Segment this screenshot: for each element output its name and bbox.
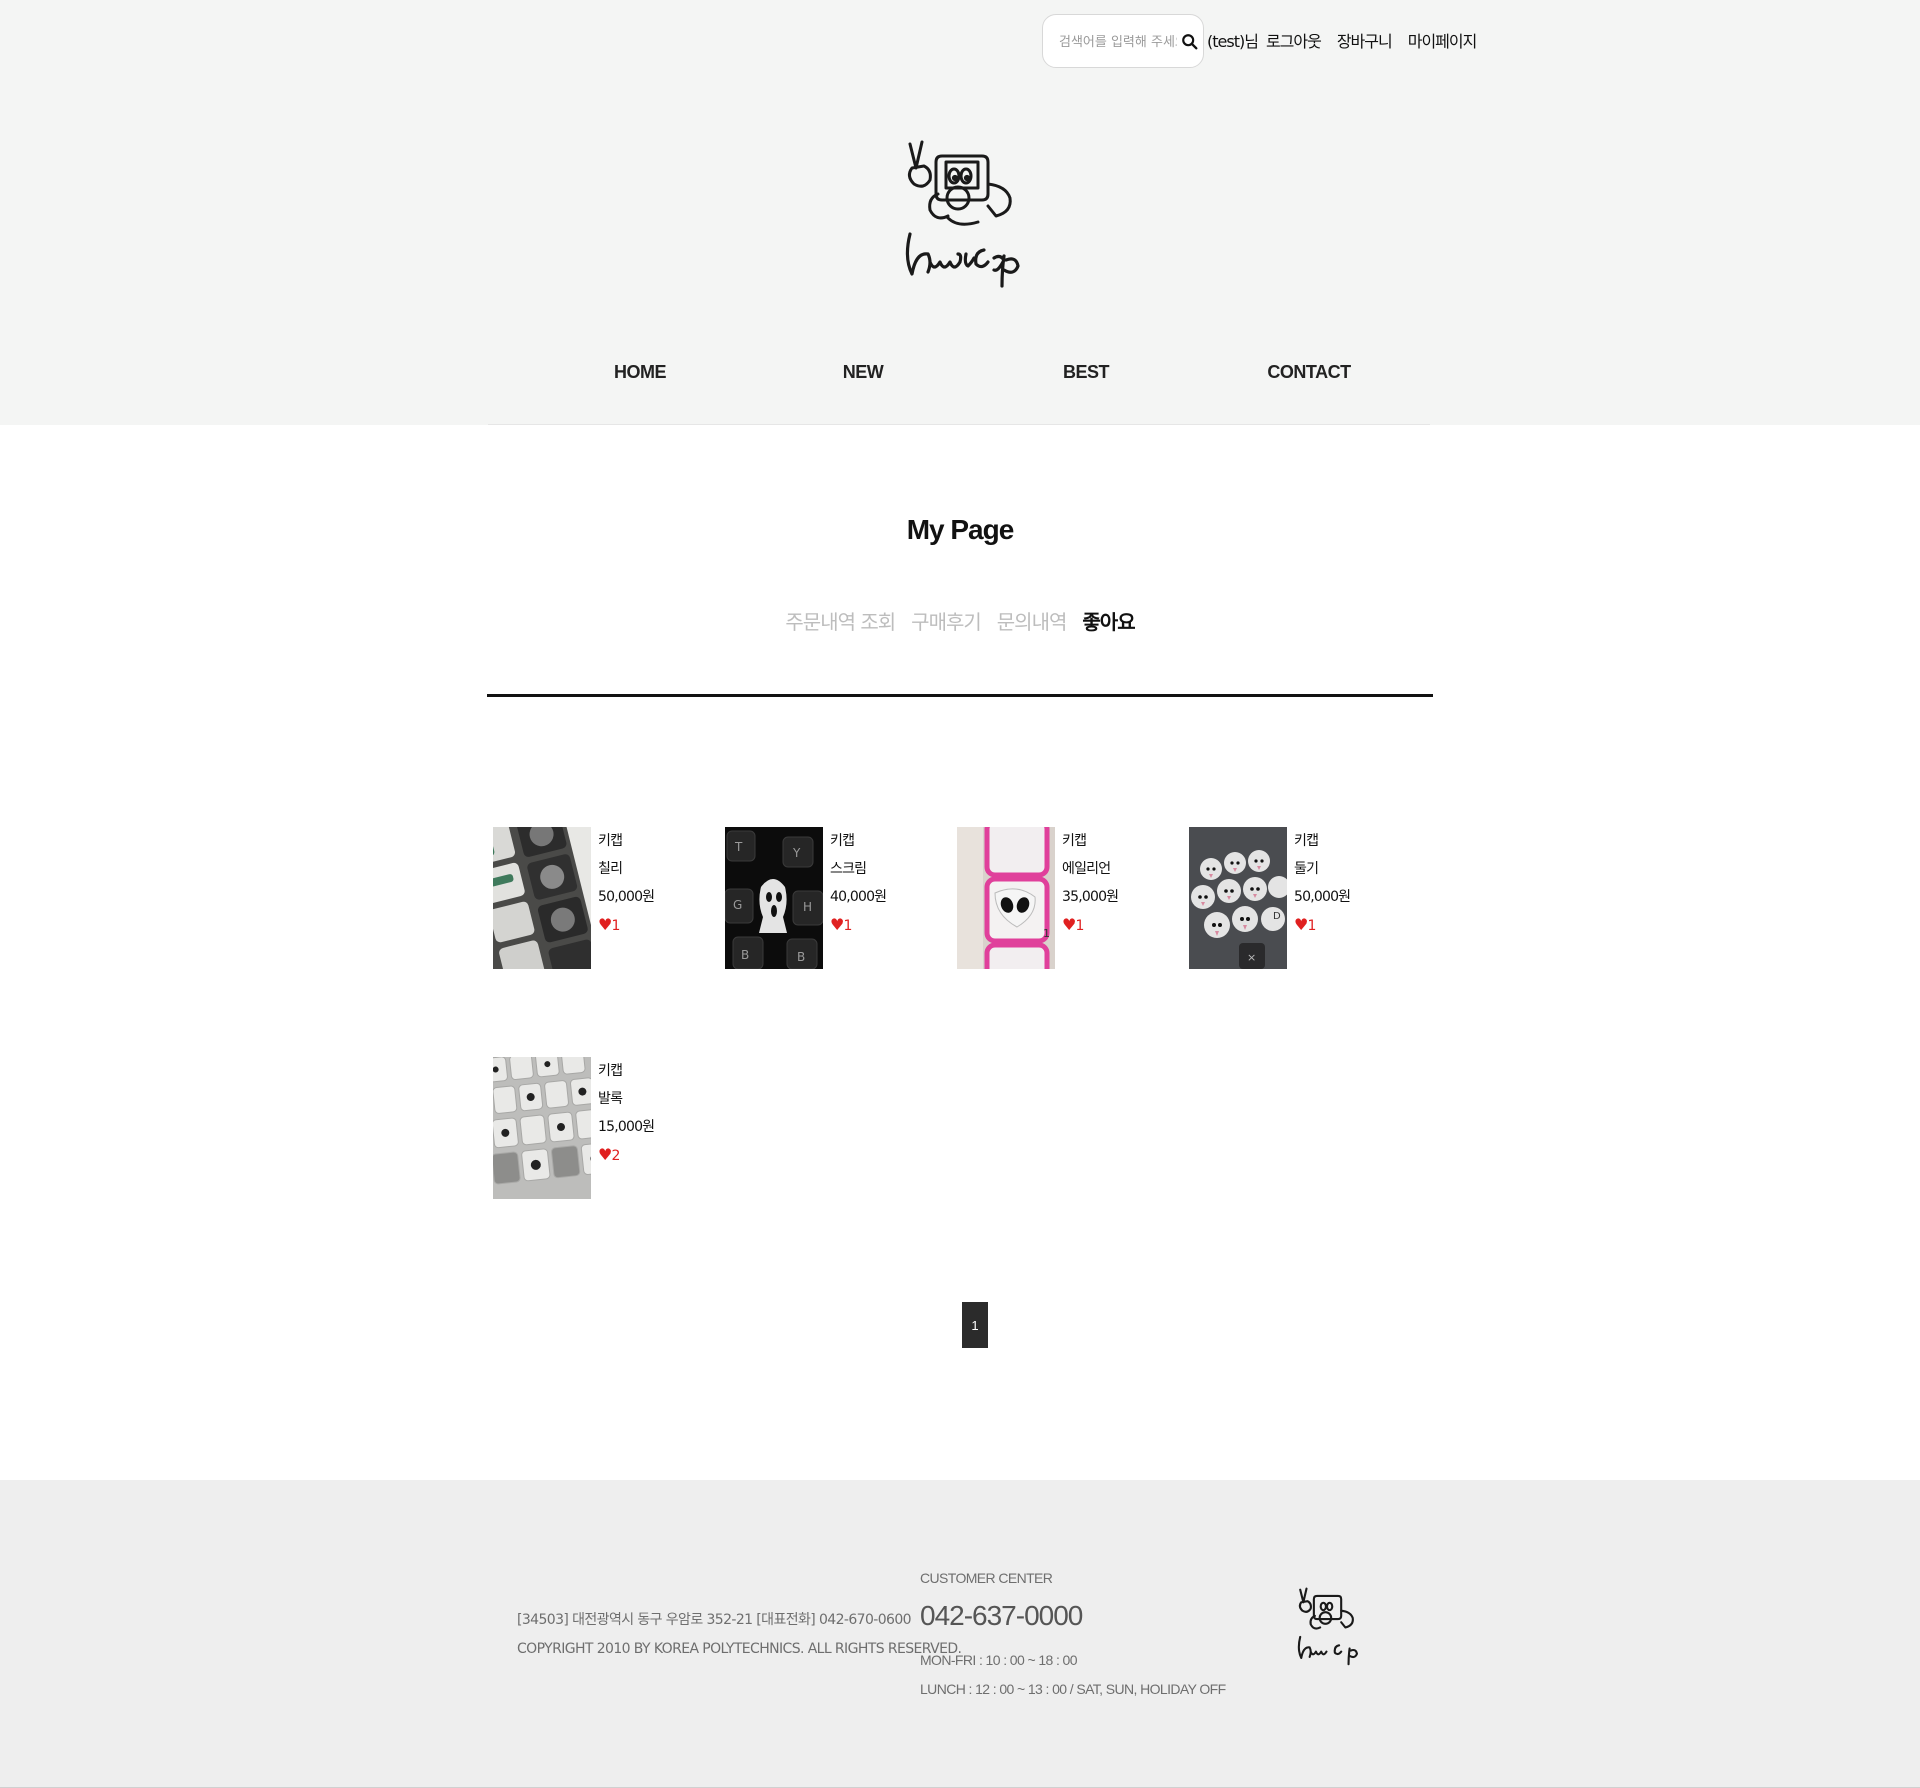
footer-copyright: COPYRIGHT 2010 BY KOREA POLYTECHNICS. AL… bbox=[517, 1641, 962, 1657]
search-box bbox=[1042, 14, 1204, 68]
product-info: 키캡 에일리언 35,000원 ♥1 bbox=[1062, 827, 1119, 939]
product-name[interactable]: 발록 bbox=[598, 1085, 654, 1113]
product-card[interactable]: T Y G H B B 키캡 스크림 40,000원 ♥1 bbox=[725, 827, 945, 969]
product-image[interactable] bbox=[493, 1057, 591, 1199]
like-count: 1 bbox=[843, 918, 853, 934]
product-card[interactable]: 키캡 발록 15,000원 ♥2 bbox=[493, 1057, 713, 1199]
nav-home[interactable]: HOME bbox=[614, 362, 667, 383]
product-info: 키캡 둘기 50,000원 ♥1 bbox=[1294, 827, 1351, 939]
product-name[interactable]: 스크림 bbox=[830, 855, 886, 883]
product-image[interactable]: 1 bbox=[957, 827, 1055, 969]
product-image[interactable]: × D bbox=[1189, 827, 1287, 969]
svg-text:×: × bbox=[1247, 951, 1256, 964]
product-card[interactable]: × D 키캡 둘기 50,000원 ♥1 bbox=[1189, 827, 1409, 969]
product-info: 키캡 칠리 50,000원 ♥1 bbox=[598, 827, 655, 939]
svg-text:1: 1 bbox=[1043, 927, 1050, 940]
mypage-tabs: 주문내역 조회 구매후기 문의내역 좋아요 bbox=[0, 606, 1920, 635]
svg-text:Y: Y bbox=[792, 846, 801, 860]
site-header: (test)님 로그아웃 장바구니 마이페이지 HOME NE bbox=[0, 0, 1920, 425]
product-image[interactable]: T Y G H B B bbox=[725, 827, 823, 969]
main-nav: HOME NEW BEST CONTACT bbox=[488, 362, 1430, 398]
product-category: 키캡 bbox=[1294, 833, 1319, 849]
footer-address-block: [34503] 대전광역시 동구 우암로 352-21 [대표전화] 042-6… bbox=[517, 1606, 962, 1664]
product-category: 키캡 bbox=[1062, 833, 1087, 849]
product-likes[interactable]: ♥1 bbox=[830, 911, 886, 939]
product-image[interactable] bbox=[493, 827, 591, 969]
like-count: 1 bbox=[1307, 918, 1317, 934]
product-likes[interactable]: ♥2 bbox=[598, 1141, 654, 1169]
product-name[interactable]: 둘기 bbox=[1294, 855, 1350, 883]
svg-text:B: B bbox=[741, 948, 749, 962]
site-footer: [34503] 대전광역시 동구 우암로 352-21 [대표전화] 042-6… bbox=[0, 1480, 1920, 1788]
business-hours: MON-FRI : 10 : 00 ~ 18 : 00 bbox=[920, 1652, 1078, 1668]
like-count: 2 bbox=[611, 1148, 621, 1164]
product-category: 키캡 bbox=[830, 833, 855, 849]
product-likes[interactable]: ♥1 bbox=[598, 911, 654, 939]
product-name[interactable]: 에일리언 bbox=[1062, 855, 1118, 883]
heart-icon[interactable]: ♥ bbox=[1062, 915, 1076, 934]
customer-center-hours: MON-FRI : 10 : 00 ~ 18 : 00 LUNCH : 12 :… bbox=[920, 1646, 1226, 1704]
mypage-link[interactable]: 마이페이지 bbox=[1408, 28, 1478, 52]
product-likes[interactable]: ♥1 bbox=[1062, 911, 1118, 939]
product-info: 키캡 발록 15,000원 ♥2 bbox=[598, 1057, 655, 1169]
nav-new[interactable]: NEW bbox=[843, 362, 884, 383]
footer-logo bbox=[1297, 1587, 1358, 1666]
svg-text:G: G bbox=[733, 898, 742, 912]
like-count: 1 bbox=[1075, 918, 1085, 934]
pagination-page-1[interactable]: 1 bbox=[962, 1302, 988, 1348]
product-price: 50,000원 bbox=[598, 889, 655, 905]
product-card[interactable]: 키캡 칠리 50,000원 ♥1 bbox=[493, 827, 713, 969]
product-price: 50,000원 bbox=[1294, 889, 1351, 905]
page-title: My Page bbox=[906, 514, 1015, 545]
user-greeting: (test)님 bbox=[1207, 32, 1259, 51]
product-info: 키캡 스크림 40,000원 ♥1 bbox=[830, 827, 887, 939]
hwicap-logo[interactable] bbox=[902, 138, 1020, 296]
tab-likes[interactable]: 좋아요 bbox=[1082, 606, 1135, 635]
cart-link[interactable]: 장바구니 bbox=[1337, 28, 1393, 52]
nav-divider bbox=[488, 424, 1430, 425]
svg-text:T: T bbox=[734, 840, 743, 854]
lunch-hours: LUNCH : 12 : 00 ~ 13 : 00 / SAT, SUN, HO… bbox=[920, 1681, 1226, 1697]
product-name[interactable]: 칠리 bbox=[598, 855, 654, 883]
tab-orders[interactable]: 주문내역 조회 bbox=[785, 606, 896, 635]
product-price: 40,000원 bbox=[830, 889, 887, 905]
product-category: 키캡 bbox=[598, 1063, 623, 1079]
tab-inquiries[interactable]: 문의내역 bbox=[997, 606, 1068, 635]
product-price: 15,000원 bbox=[598, 1119, 655, 1135]
customer-center-label: CUSTOMER CENTER bbox=[920, 1570, 1053, 1586]
product-likes[interactable]: ♥1 bbox=[1294, 911, 1350, 939]
tab-reviews[interactable]: 구매후기 bbox=[911, 606, 982, 635]
search-icon[interactable] bbox=[1181, 33, 1199, 51]
footer-address: [34503] 대전광역시 동구 우암로 352-21 [대표전화] 042-6… bbox=[517, 1612, 912, 1628]
product-card[interactable]: 1 키캡 에일리언 35,000원 ♥1 bbox=[957, 827, 1177, 969]
product-category: 키캡 bbox=[598, 833, 623, 849]
customer-center-phone: 042-637-0000 bbox=[920, 1600, 1083, 1631]
heart-icon[interactable]: ♥ bbox=[830, 915, 844, 934]
logout-link[interactable]: 로그아웃 bbox=[1266, 28, 1322, 52]
svg-text:H: H bbox=[803, 900, 812, 914]
top-links: (test)님 로그아웃 장바구니 마이페이지 bbox=[1207, 26, 1492, 54]
like-count: 1 bbox=[611, 918, 621, 934]
svg-text:B: B bbox=[797, 950, 805, 964]
svg-text:D: D bbox=[1273, 911, 1281, 922]
logo-wordmark bbox=[905, 232, 1020, 288]
nav-contact[interactable]: CONTACT bbox=[1267, 362, 1351, 383]
heart-icon[interactable]: ♥ bbox=[1294, 915, 1308, 934]
tabs-divider bbox=[487, 694, 1433, 697]
search-input[interactable] bbox=[1057, 29, 1179, 55]
product-price: 35,000원 bbox=[1062, 889, 1119, 905]
heart-icon[interactable]: ♥ bbox=[598, 1145, 612, 1164]
heart-icon[interactable]: ♥ bbox=[598, 915, 612, 934]
nav-best[interactable]: BEST bbox=[1063, 362, 1110, 383]
